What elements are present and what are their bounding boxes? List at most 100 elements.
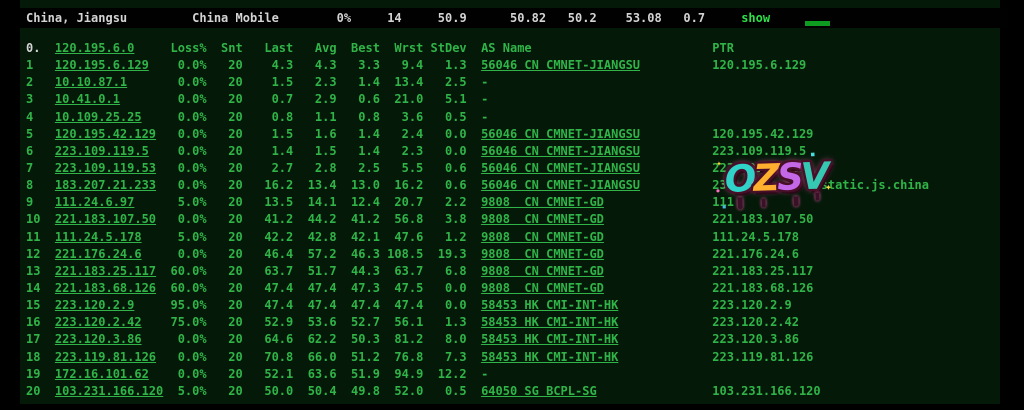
last-cell: Last xyxy=(243,40,294,57)
snt-cell: 20 xyxy=(207,143,243,160)
as-name-link[interactable]: 64050 SG BCPL-SG xyxy=(467,383,713,400)
loss-cell: 0.0% xyxy=(170,366,206,383)
as-name-link[interactable]: 9808 CN CMNET-GD xyxy=(467,263,713,280)
hop-number: 12 xyxy=(26,246,55,263)
ip-link[interactable]: 223.120.3.86 xyxy=(55,331,171,348)
best-cell: 1.4 xyxy=(337,74,380,91)
ip-link[interactable]: 221.183.68.126 xyxy=(55,280,171,297)
ip-link[interactable]: 223.109.119.53 xyxy=(55,160,171,177)
stdev-cell: 8.0 xyxy=(423,331,466,348)
best-cell: 52.7 xyxy=(337,314,380,331)
ip-link[interactable]: 103.231.166.120 xyxy=(55,383,171,400)
last-cell: 63.7 xyxy=(243,263,294,280)
last-cell: 52.9 xyxy=(243,314,294,331)
as-name-link[interactable]: 56046 CN CMNET-JIANGSU xyxy=(467,143,713,160)
ip-link[interactable]: 10.10.87.1 xyxy=(55,74,171,91)
avg-cell: 1.6 xyxy=(293,126,336,143)
hop-number: 17 xyxy=(26,331,55,348)
last-cell: 47.4 xyxy=(243,280,294,297)
avg-cell: 1.1 xyxy=(293,109,336,126)
avg-cell: 4.3 xyxy=(293,57,336,74)
ip-link[interactable]: 221.183.25.117 xyxy=(55,263,171,280)
ip-link[interactable]: 223.120.2.42 xyxy=(55,314,171,331)
as-name-link[interactable]: 9808 CN CMNET-GD xyxy=(467,211,713,228)
ip-link[interactable]: 120.195.6.0 xyxy=(55,40,171,57)
loss-cell: 0.0% xyxy=(170,349,206,366)
as-name-link: - xyxy=(467,91,713,108)
wrst-cell: 16.2 xyxy=(380,177,423,194)
as-name-link: AS Name xyxy=(467,40,713,57)
table-row: 15223.120.2.995.0%2047.447.447.447.40.05… xyxy=(26,297,929,314)
best-cell: 44.3 xyxy=(337,263,380,280)
table-row: 17223.120.3.860.0%2064.662.250.381.28.05… xyxy=(26,331,929,348)
ip-link[interactable]: 120.195.6.129 xyxy=(55,57,171,74)
ip-link[interactable]: 120.195.42.129 xyxy=(55,126,171,143)
as-name-link[interactable]: 56046 CN CMNET-JIANGSU xyxy=(467,177,713,194)
ip-link[interactable]: 223.119.81.126 xyxy=(55,349,171,366)
table-row: 5120.195.42.1290.0%201.51.61.42.40.05604… xyxy=(26,126,929,143)
stdev-cell: 0.0 xyxy=(423,297,466,314)
hop-number: 3 xyxy=(26,91,55,108)
as-name-link[interactable]: 56046 CN CMNET-JIANGSU xyxy=(467,160,713,177)
ip-link[interactable]: 172.16.101.62 xyxy=(55,366,171,383)
as-name-link[interactable]: 9808 CN CMNET-GD xyxy=(467,194,713,211)
as-name-link[interactable]: 58453 HK CMI-INT-HK xyxy=(467,331,713,348)
as-name-link[interactable]: 56046 CN CMNET-JIANGSU xyxy=(467,57,713,74)
as-name-link[interactable]: 9808 CN CMNET-GD xyxy=(467,229,713,246)
table-row: 16223.120.2.4275.0%2052.953.652.756.11.3… xyxy=(26,314,929,331)
ip-link[interactable]: 223.109.119.5 xyxy=(55,143,171,160)
avg-cell: 57.2 xyxy=(293,246,336,263)
ip-link[interactable]: 221.176.24.6 xyxy=(55,246,171,263)
ip-link[interactable]: 10.109.25.25 xyxy=(55,109,171,126)
avg-cell: 2.8 xyxy=(293,160,336,177)
ip-link[interactable]: 111.24.5.178 xyxy=(55,229,171,246)
ptr-cell: 221.176.24.6 xyxy=(712,246,929,263)
wrst-cell: 20.7 xyxy=(380,194,423,211)
hop-number: 7 xyxy=(26,160,55,177)
table-row: 19172.16.101.620.0%2052.163.651.994.912.… xyxy=(26,366,929,383)
loss-cell: 0.0% xyxy=(170,160,206,177)
avg-cell: 13.4 xyxy=(293,177,336,194)
last-cell: 41.2 xyxy=(243,211,294,228)
as-name-link[interactable]: 58453 HK CMI-INT-HK xyxy=(467,314,713,331)
hop-number: 18 xyxy=(26,349,55,366)
stdev-cell: 6.8 xyxy=(423,263,466,280)
as-name-link[interactable]: 9808 CN CMNET-GD xyxy=(467,280,713,297)
best-cell: 50.3 xyxy=(337,331,380,348)
as-name-link[interactable]: 58453 HK CMI-INT-HK xyxy=(467,349,713,366)
snt-cell: 20 xyxy=(207,74,243,91)
as-name-link[interactable]: 58453 HK CMI-INT-HK xyxy=(467,297,713,314)
table-row: 11111.24.5.1785.0%2042.242.842.147.61.29… xyxy=(26,229,929,246)
wrst-cell: 56.1 xyxy=(380,314,423,331)
ip-link[interactable]: 223.120.2.9 xyxy=(55,297,171,314)
ip-link[interactable]: 221.183.107.50 xyxy=(55,211,171,228)
wrst-cell: 94.9 xyxy=(380,366,423,383)
ip-link[interactable]: 10.41.0.1 xyxy=(55,91,171,108)
last-cell: 47.4 xyxy=(243,297,294,314)
avg-cell: 47.4 xyxy=(293,280,336,297)
wrst-cell: 21.0 xyxy=(380,91,423,108)
ptr-cell: 221.183.25.117 xyxy=(712,263,929,280)
avg-cell: 63.6 xyxy=(293,366,336,383)
wrst-cell: 2.3 xyxy=(380,143,423,160)
table-row: 9111.24.6.975.0%2013.514.112.420.72.2980… xyxy=(26,194,929,211)
snt-cell: 20 xyxy=(207,263,243,280)
ptr-cell: 223.120.3.86 xyxy=(712,331,929,348)
browser-viewport: China, Jiangsu China Mobile 0% 14 50.9 5… xyxy=(0,0,1024,410)
stdev-cell: 2.5 xyxy=(423,74,466,91)
as-name-link[interactable]: 56046 CN CMNET-JIANGSU xyxy=(467,126,713,143)
best-cell: 1.4 xyxy=(337,143,380,160)
avg-cell: 42.8 xyxy=(293,229,336,246)
as-name-link[interactable]: 9808 CN CMNET-GD xyxy=(467,246,713,263)
ip-link[interactable]: 183.207.21.233 xyxy=(55,177,171,194)
latency-indicator-bar xyxy=(805,21,830,26)
last-cell: 42.2 xyxy=(243,229,294,246)
ip-link[interactable]: 111.24.6.97 xyxy=(55,194,171,211)
ptr-cell: 111 xyxy=(712,194,929,211)
show-link[interactable]: show xyxy=(741,8,770,28)
ptr-cell: 111.24.5.178 xyxy=(712,229,929,246)
best-cell: 51.9 xyxy=(337,366,380,383)
last-cell: 0.7 xyxy=(243,91,294,108)
avg-cell: 2.9 xyxy=(293,91,336,108)
wrst-cell: 52.0 xyxy=(380,383,423,400)
